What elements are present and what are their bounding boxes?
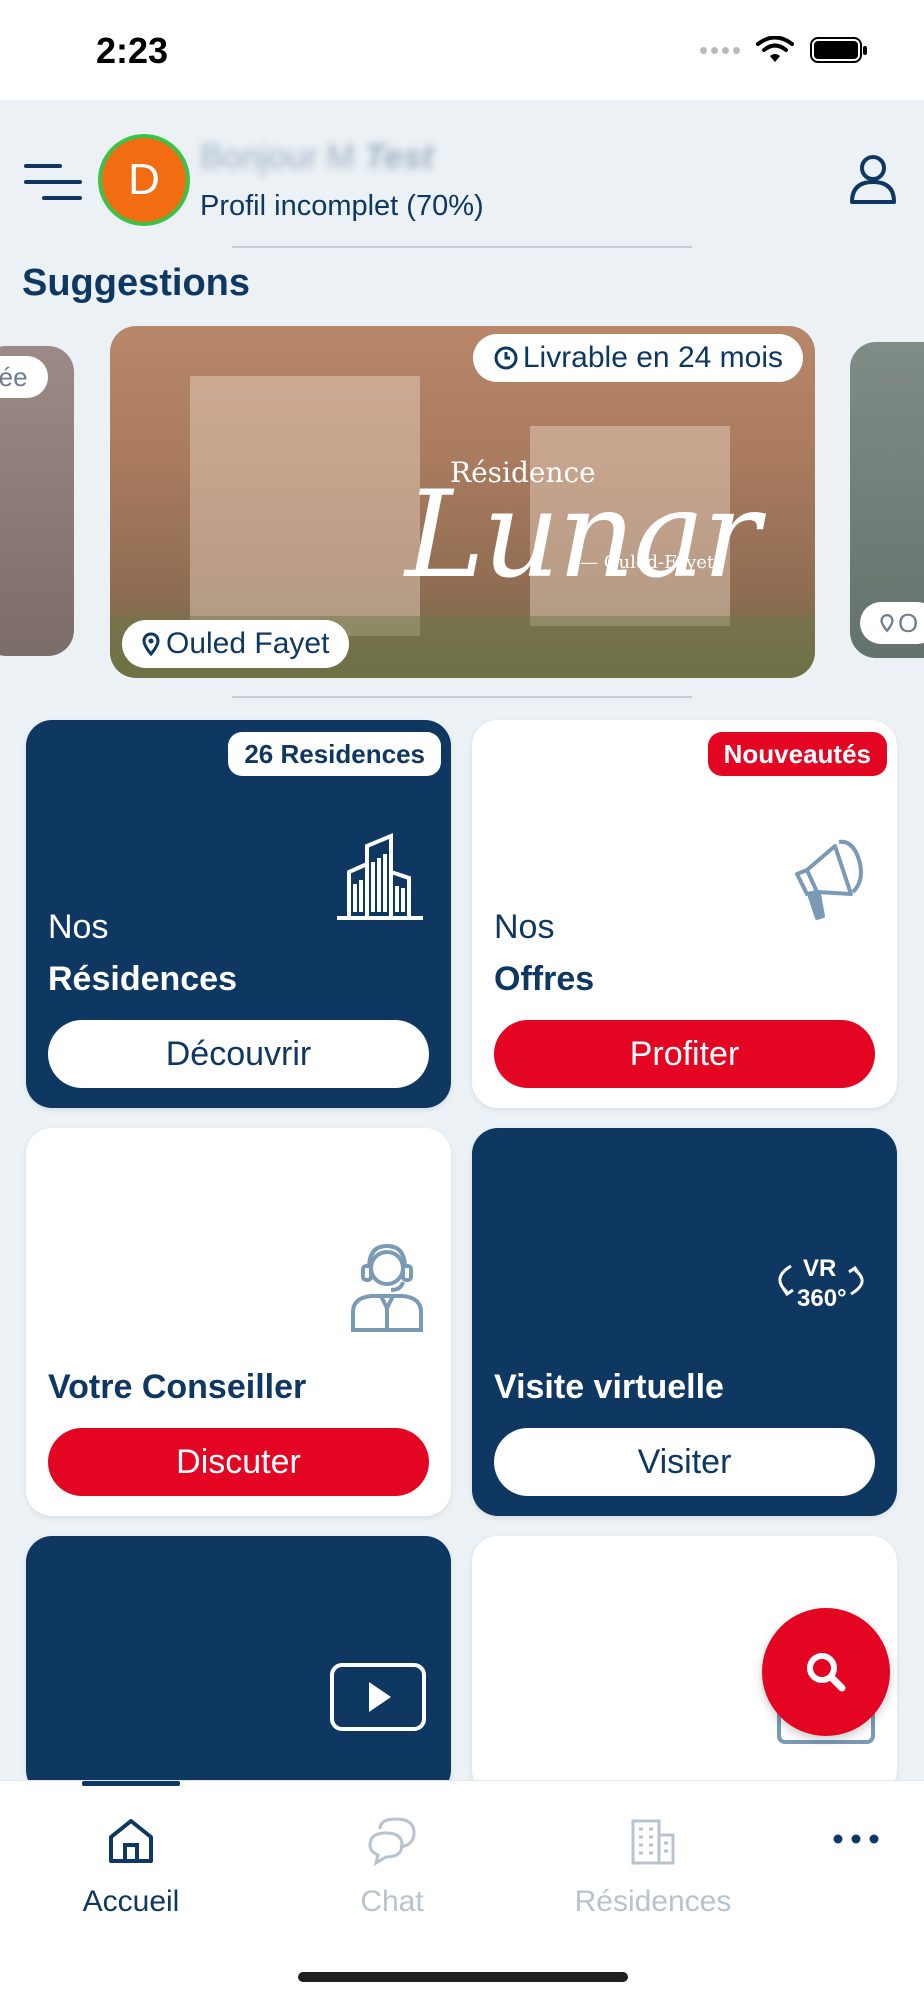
offers-card[interactable]: Nouveautés Nos Offres Profiter — [472, 720, 897, 1108]
profile-button[interactable] — [844, 150, 902, 208]
location-pill: rée — [0, 356, 48, 398]
profit-button[interactable]: Profiter — [494, 1020, 875, 1088]
tab-label: Accueil — [82, 1885, 180, 1918]
greeting-name: Test — [364, 138, 434, 176]
suggestion-card-prev[interactable]: rée — [0, 346, 74, 656]
search-icon — [807, 1653, 846, 1692]
location-label: Ouled Fayet — [166, 627, 330, 660]
advisor-icon — [351, 1243, 423, 1332]
status-icons — [700, 36, 868, 64]
tab-label: Chat — [360, 1885, 424, 1918]
menu-button[interactable] — [22, 158, 86, 208]
user-icon — [850, 155, 896, 204]
advisor-card[interactable]: Votre Conseiller Discuter — [26, 1128, 451, 1516]
suggestions-carousel[interactable]: rée Livrable en 24 mois Résidence Lunar … — [0, 326, 924, 682]
tab-residences[interactable]: Résidences — [553, 1815, 753, 1919]
location-pin-icon — [142, 632, 160, 656]
residences-count-badge: 26 Residences — [228, 732, 441, 776]
vr-icon-text: VR — [803, 1255, 836, 1282]
video-card[interactable] — [26, 1536, 451, 1796]
megaphone-icon — [795, 839, 863, 920]
play-icon — [330, 1663, 426, 1731]
card-title-line1: Nos — [48, 908, 109, 946]
location-pill: Ouled Fayet — [122, 620, 350, 668]
location-label: rée — [0, 361, 28, 392]
avatar[interactable]: D — [98, 134, 190, 226]
tab-chat[interactable]: Chat — [292, 1815, 492, 1919]
logo-lunar: Lunar — [405, 466, 760, 605]
location-pin-icon — [880, 614, 894, 633]
vr-360-icon: VR 360° — [778, 1255, 864, 1312]
header-divider — [232, 246, 692, 248]
battery-icon — [810, 37, 867, 63]
advisor-title: Votre Conseiller — [48, 1368, 307, 1406]
wifi-icon — [756, 36, 794, 62]
status-bar: 2:23 — [0, 0, 924, 100]
tab-label: Résidences — [574, 1885, 732, 1918]
discover-button[interactable]: Découvrir — [48, 1020, 429, 1088]
building-icon — [631, 1819, 675, 1865]
home-indicator — [298, 1972, 628, 1982]
greeting-text: Bonjour M Test — [200, 138, 433, 177]
menu-icon — [24, 164, 82, 200]
greeting-label: Bonjour M — [200, 138, 355, 176]
status-time: 2:23 — [96, 30, 169, 71]
new-offers-badge: Nouveautés — [707, 732, 887, 776]
avatar-initial: D — [128, 155, 160, 204]
virtual-tour-title: Visite virtuelle — [494, 1368, 724, 1406]
delivery-label: Livrable en 24 mois — [522, 341, 783, 374]
building-image — [190, 376, 420, 636]
card-title-line1: Nos — [494, 908, 555, 946]
chat-icon — [368, 1817, 416, 1867]
tab-more[interactable] — [752, 1829, 924, 1849]
tab-accueil[interactable]: Accueil — [31, 1815, 231, 1919]
carousel-divider — [232, 696, 692, 698]
app-header: D Bonjour M Test Profil incomplet (70%) — [0, 100, 924, 250]
chat-button[interactable]: Discuter — [48, 1428, 429, 1496]
search-fab[interactable] — [762, 1608, 890, 1736]
clock-icon — [494, 346, 518, 370]
more-icon — [833, 1834, 879, 1844]
virtual-tour-card[interactable]: VR 360° Visite virtuelle Visiter — [472, 1128, 897, 1516]
tab-bar: Accueil Chat Résidences — [0, 1780, 924, 2000]
suggestions-title: Suggestions — [22, 262, 251, 304]
suggestion-card-next[interactable]: O — [850, 342, 924, 658]
vr-icon-degrees: 360° — [797, 1285, 847, 1312]
card-title-line2: Résidences — [48, 960, 237, 998]
signal-icon — [700, 46, 740, 54]
location-label: O — [898, 607, 919, 638]
suggestion-card-lunar[interactable]: Livrable en 24 mois Résidence Lunar — Ou… — [110, 326, 815, 678]
building-icon — [337, 833, 423, 920]
home-icon — [109, 1819, 153, 1863]
visit-button[interactable]: Visiter — [494, 1428, 875, 1496]
residences-card[interactable]: 26 Residences Nos Résidences Découvrir — [26, 720, 451, 1108]
delivery-pill: Livrable en 24 mois — [472, 334, 803, 382]
profile-status[interactable]: Profil incomplet (70%) — [200, 190, 484, 223]
location-pill: O — [860, 602, 924, 644]
card-title-line2: Offres — [494, 960, 595, 998]
active-tab-indicator — [82, 1781, 180, 1786]
logo-subtitle: — Ouled-Fayet — [580, 552, 715, 573]
